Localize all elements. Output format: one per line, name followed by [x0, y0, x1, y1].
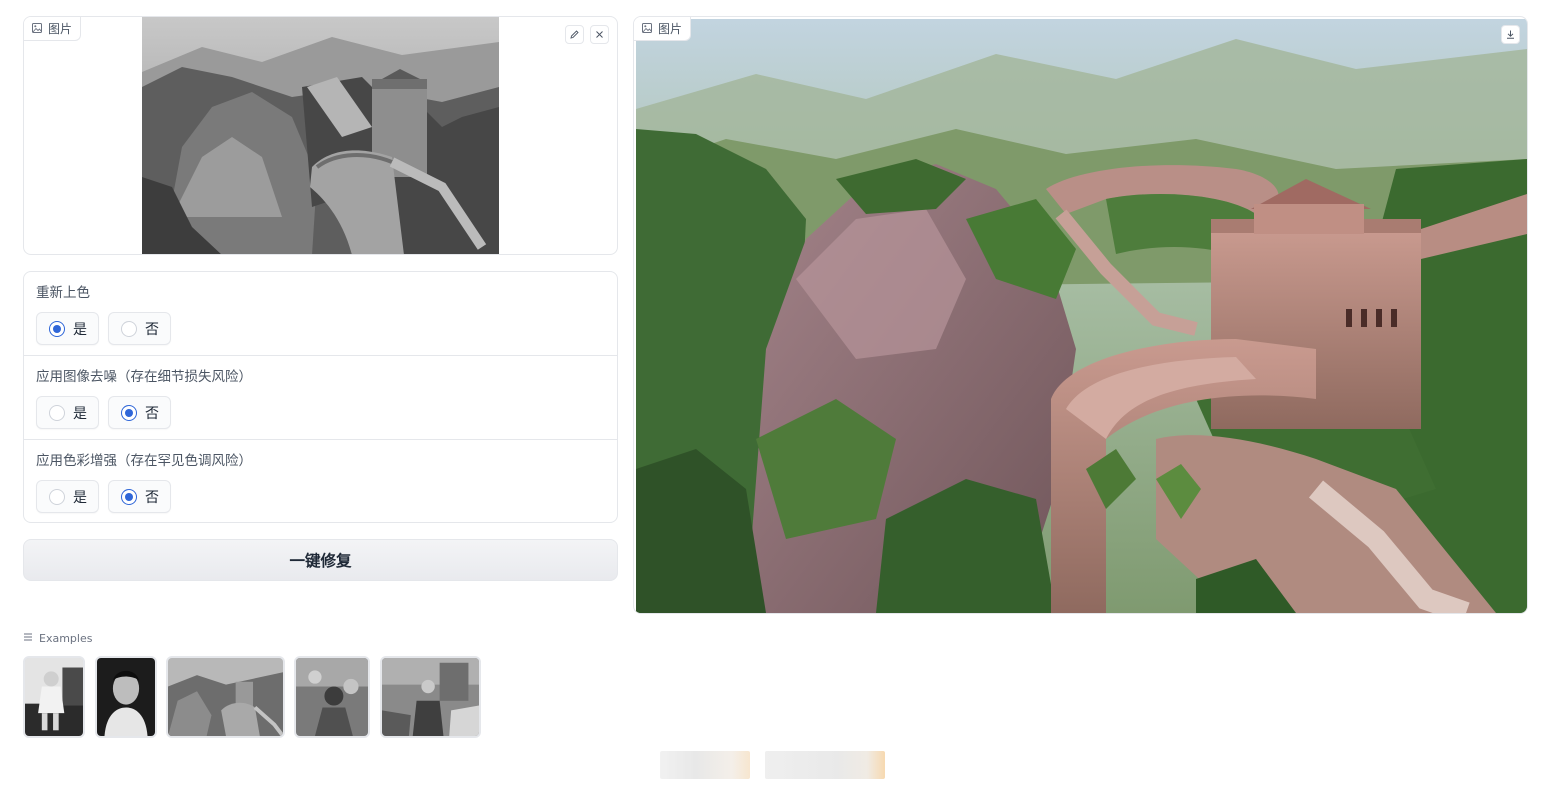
one-click-fix-button[interactable]: 一键修复: [23, 539, 618, 581]
example-group-photo[interactable]: [380, 656, 481, 738]
radio-dot: [121, 320, 137, 337]
close-icon: [594, 25, 605, 44]
radio-denoise-no[interactable]: 否: [108, 396, 171, 429]
radio-recolor-yes[interactable]: 是: [36, 312, 99, 345]
download-image-button[interactable]: [1501, 25, 1520, 44]
example-great-wall[interactable]: [166, 656, 285, 738]
examples-label-text: Examples: [39, 632, 93, 645]
edit-image-button[interactable]: [565, 25, 584, 44]
examples-header: Examples: [23, 632, 92, 645]
radio-dot: [49, 404, 65, 421]
radio-label: 是: [73, 321, 87, 338]
output-image-panel: 图片: [633, 16, 1528, 614]
radio-label: 否: [145, 321, 159, 338]
radio-label: 否: [145, 489, 159, 506]
option-color-enhance: 应用色彩增强（存在罕见色调风险） 是 否: [24, 440, 617, 524]
download-icon: [1505, 25, 1516, 44]
radio-dot: [121, 404, 137, 421]
radio-color-enhance-yes[interactable]: 是: [36, 480, 99, 513]
pencil-icon: [569, 25, 580, 44]
radio-group-color-enhance: 是 否: [36, 480, 605, 513]
list-icon: [23, 632, 33, 645]
output-image-label-text: 图片: [658, 22, 683, 36]
radio-group-recolor: 是 否: [36, 312, 605, 345]
option-denoise: 应用图像去噪（存在细节损失风险） 是 否: [24, 356, 617, 440]
clear-image-button[interactable]: [590, 25, 609, 44]
example-child-portrait[interactable]: [23, 656, 85, 738]
option-title: 应用图像去噪（存在细节损失风险）: [36, 369, 252, 385]
radio-color-enhance-no[interactable]: 否: [108, 480, 171, 513]
radio-recolor-no[interactable]: 否: [108, 312, 171, 345]
example-man-portrait[interactable]: [95, 656, 157, 738]
output-image-label: 图片: [634, 17, 692, 41]
footer-blurred-area: [660, 751, 750, 779]
radio-label: 否: [145, 405, 159, 422]
radio-dot: [121, 488, 137, 505]
radio-group-denoise: 是 否: [36, 396, 605, 429]
example-street-scene[interactable]: [294, 656, 370, 738]
option-recolor: 重新上色 是 否: [24, 272, 617, 356]
input-grayscale-photo: [142, 17, 499, 254]
radio-dot: [49, 488, 65, 505]
output-color-photo: [636, 19, 1527, 613]
image-icon: [642, 22, 652, 36]
radio-dot: [49, 320, 65, 337]
app-root: 图片 重新上色 是 否 应用图像去噪（存在细节损失风险） 是 否 应用色彩增强（…: [0, 0, 1559, 789]
input-image-panel[interactable]: 图片: [23, 16, 618, 255]
option-title: 应用色彩增强（存在罕见色调风险）: [36, 453, 252, 469]
radio-label: 是: [73, 405, 87, 422]
option-title: 重新上色: [36, 285, 90, 301]
input-image-label-text: 图片: [48, 22, 73, 36]
radio-label: 是: [73, 489, 87, 506]
radio-denoise-yes[interactable]: 是: [36, 396, 99, 429]
options-group: 重新上色 是 否 应用图像去噪（存在细节损失风险） 是 否 应用色彩增强（存在罕…: [23, 271, 618, 523]
input-image-label: 图片: [24, 17, 82, 41]
footer-blurred-area: [765, 751, 885, 779]
image-icon: [32, 22, 42, 36]
